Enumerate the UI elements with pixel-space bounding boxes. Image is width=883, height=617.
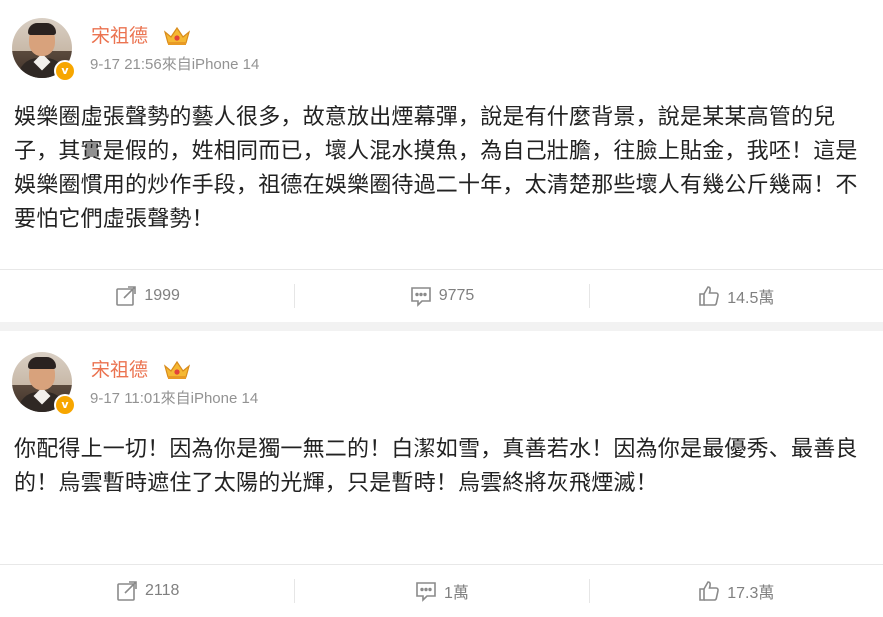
like-button[interactable]: 17.3萬 <box>588 565 883 617</box>
post-meta: 9-17 21:56來自iPhone 14 <box>90 56 260 73</box>
repost-button[interactable]: 1999 <box>0 270 294 322</box>
username[interactable]: 宋祖德 <box>91 23 148 49</box>
comment-count: 9775 <box>438 287 475 304</box>
verified-badge-icon: v <box>54 60 76 82</box>
like-icon <box>699 581 720 601</box>
post-text: 娛樂圈虛張聲勢的藝人很多，故意放出煙幕彈，說是有什麼背景，說是某某高管的兒子，其… <box>14 105 858 232</box>
repost-count: 2118 <box>144 582 180 599</box>
action-bar: 2118 1萬 17.3萬 <box>0 564 883 617</box>
crown-icon <box>163 360 191 379</box>
post-meta: 9-17 11:01來自iPhone 14 <box>90 390 259 407</box>
repost-button[interactable]: 2118 <box>0 565 294 617</box>
comment-button[interactable]: 9775 <box>294 270 588 322</box>
comment-icon <box>416 582 436 602</box>
like-icon <box>699 286 720 306</box>
username[interactable]: 宋祖德 <box>91 357 148 383</box>
action-bar: 1999 9775 14.5萬 <box>0 269 883 322</box>
avatar[interactable]: v <box>12 18 76 82</box>
post-text: 你配得上一切！因為你是獨一無二的！白潔如雪，真善若水！因為你是最優秀、最善良的！… <box>14 437 858 496</box>
weibo-post: v 宋祖德 9-17 21:56來自iPhone 14 娛樂圈虛張聲勢的藝人很多… <box>0 0 883 322</box>
post-separator <box>0 322 883 331</box>
weibo-post: v 宋祖德 9-17 11:01來自iPhone 14 你配得上一切！因為你是獨… <box>0 331 883 617</box>
like-count: 14.5萬 <box>727 290 775 307</box>
repost-icon <box>117 581 137 601</box>
comment-button[interactable]: 1萬 <box>294 565 588 617</box>
comment-count: 1萬 <box>444 585 469 602</box>
repost-count: 1999 <box>144 287 180 304</box>
crown-icon <box>163 26 191 45</box>
like-button[interactable]: 14.5萬 <box>588 270 883 322</box>
verified-badge-icon: v <box>54 394 76 416</box>
comment-icon <box>410 287 431 307</box>
avatar[interactable]: v <box>12 352 76 416</box>
like-count: 17.3萬 <box>727 585 775 602</box>
repost-icon <box>116 286 137 306</box>
